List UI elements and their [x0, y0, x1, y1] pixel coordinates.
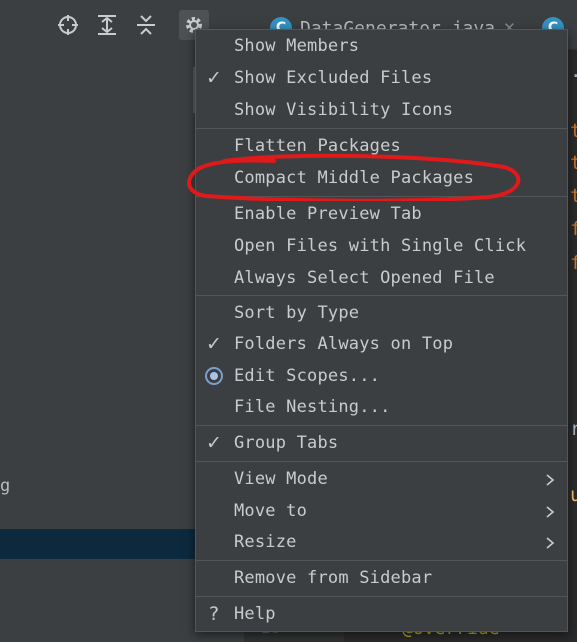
menu-item-flatten-packages[interactable]: Flatten Packages — [196, 130, 567, 162]
code-fragment: t — [570, 152, 577, 174]
menu-separator — [196, 295, 567, 296]
menu-item-show-visibility-icons[interactable]: Show Visibility Icons — [196, 94, 567, 126]
code-fragment: f — [570, 252, 577, 274]
menu-item-label: Enable Preview Tab — [234, 204, 422, 224]
code-fragment: t — [570, 185, 577, 207]
menu-item-remove-from-sidebar[interactable]: Remove from Sidebar — [196, 562, 567, 594]
menu-item-sort-by-type[interactable]: Sort by Type — [196, 297, 567, 329]
menu-item-enable-preview-tab[interactable]: Enable Preview Tab — [196, 198, 567, 230]
menu-item-label: Always Select Opened File — [234, 268, 495, 288]
locate-file-button[interactable] — [53, 10, 83, 40]
menu-item-compact-middle-packages[interactable]: Compact Middle Packages — [196, 162, 567, 194]
tree-selected-row[interactable] — [0, 529, 196, 559]
question-icon: ? — [208, 603, 220, 625]
menu-item-edit-scopes[interactable]: Edit Scopes... — [196, 360, 567, 392]
menu-item-label: Remove from Sidebar — [234, 568, 433, 588]
project-options-menu: Show Members ✓ Show Excluded Files Show … — [195, 29, 568, 632]
menu-item-show-excluded-files[interactable]: ✓ Show Excluded Files — [196, 62, 567, 94]
menu-item-label: Help — [234, 604, 276, 624]
menu-item-resize[interactable]: Resize — [196, 526, 567, 558]
menu-item-move-to[interactable]: Move to — [196, 495, 567, 527]
scope-radio-icon — [202, 360, 226, 392]
code-fragment: . — [570, 60, 577, 82]
menu-item-label: View Mode — [234, 469, 328, 489]
menu-item-label: Compact Middle Packages — [234, 168, 475, 188]
menu-separator — [196, 461, 567, 462]
menu-item-file-nesting[interactable]: File Nesting... — [196, 391, 567, 423]
menu-item-folders-always-on-top[interactable]: ✓ Folders Always on Top — [196, 328, 567, 360]
crosshair-icon — [58, 15, 78, 35]
chevron-right-icon — [543, 472, 557, 486]
menu-separator — [196, 560, 567, 561]
chevron-right-icon — [543, 504, 557, 518]
menu-item-help[interactable]: ? Help — [196, 598, 567, 630]
menu-item-label: Resize — [234, 532, 297, 552]
menu-item-label: Sort by Type — [234, 303, 360, 323]
menu-item-label: File Nesting... — [234, 397, 391, 417]
expand-all-icon — [98, 15, 116, 35]
menu-item-show-members[interactable]: Show Members — [196, 30, 567, 62]
tree-item-text: g — [0, 476, 11, 496]
menu-item-label: Flatten Packages — [234, 136, 401, 156]
menu-item-always-select-opened-file[interactable]: Always Select Opened File — [196, 262, 567, 294]
code-fragment: t — [570, 120, 577, 142]
menu-item-label: Show Visibility Icons — [234, 100, 454, 120]
collapse-all-icon — [137, 15, 155, 35]
chevron-right-icon — [543, 535, 557, 549]
checkmark-icon: ✓ — [206, 432, 222, 454]
menu-item-group-tabs[interactable]: ✓ Group Tabs — [196, 427, 567, 459]
checkmark-icon: ✓ — [206, 67, 222, 89]
checkmark-icon: ✓ — [206, 333, 222, 355]
code-fragment: u — [570, 484, 577, 506]
menu-item-view-mode[interactable]: View Mode — [196, 463, 567, 495]
menu-item-label: Group Tabs — [234, 433, 339, 453]
expand-all-button[interactable] — [92, 10, 122, 40]
menu-item-label: Show Excluded Files — [234, 68, 433, 88]
menu-item-open-files-single-click[interactable]: Open Files with Single Click — [196, 230, 567, 262]
menu-item-label: Edit Scopes... — [234, 366, 381, 386]
menu-item-label: Folders Always on Top — [234, 334, 454, 354]
code-fragment: r — [570, 418, 577, 440]
code-fragment: f — [570, 218, 577, 240]
menu-separator — [196, 425, 567, 426]
menu-item-label: Move to — [234, 501, 308, 521]
menu-item-label: Show Members — [234, 36, 360, 56]
menu-item-label: Open Files with Single Click — [234, 236, 527, 256]
menu-separator — [196, 596, 567, 597]
collapse-all-button[interactable] — [131, 10, 161, 40]
menu-separator — [196, 128, 567, 129]
menu-separator — [196, 196, 567, 197]
